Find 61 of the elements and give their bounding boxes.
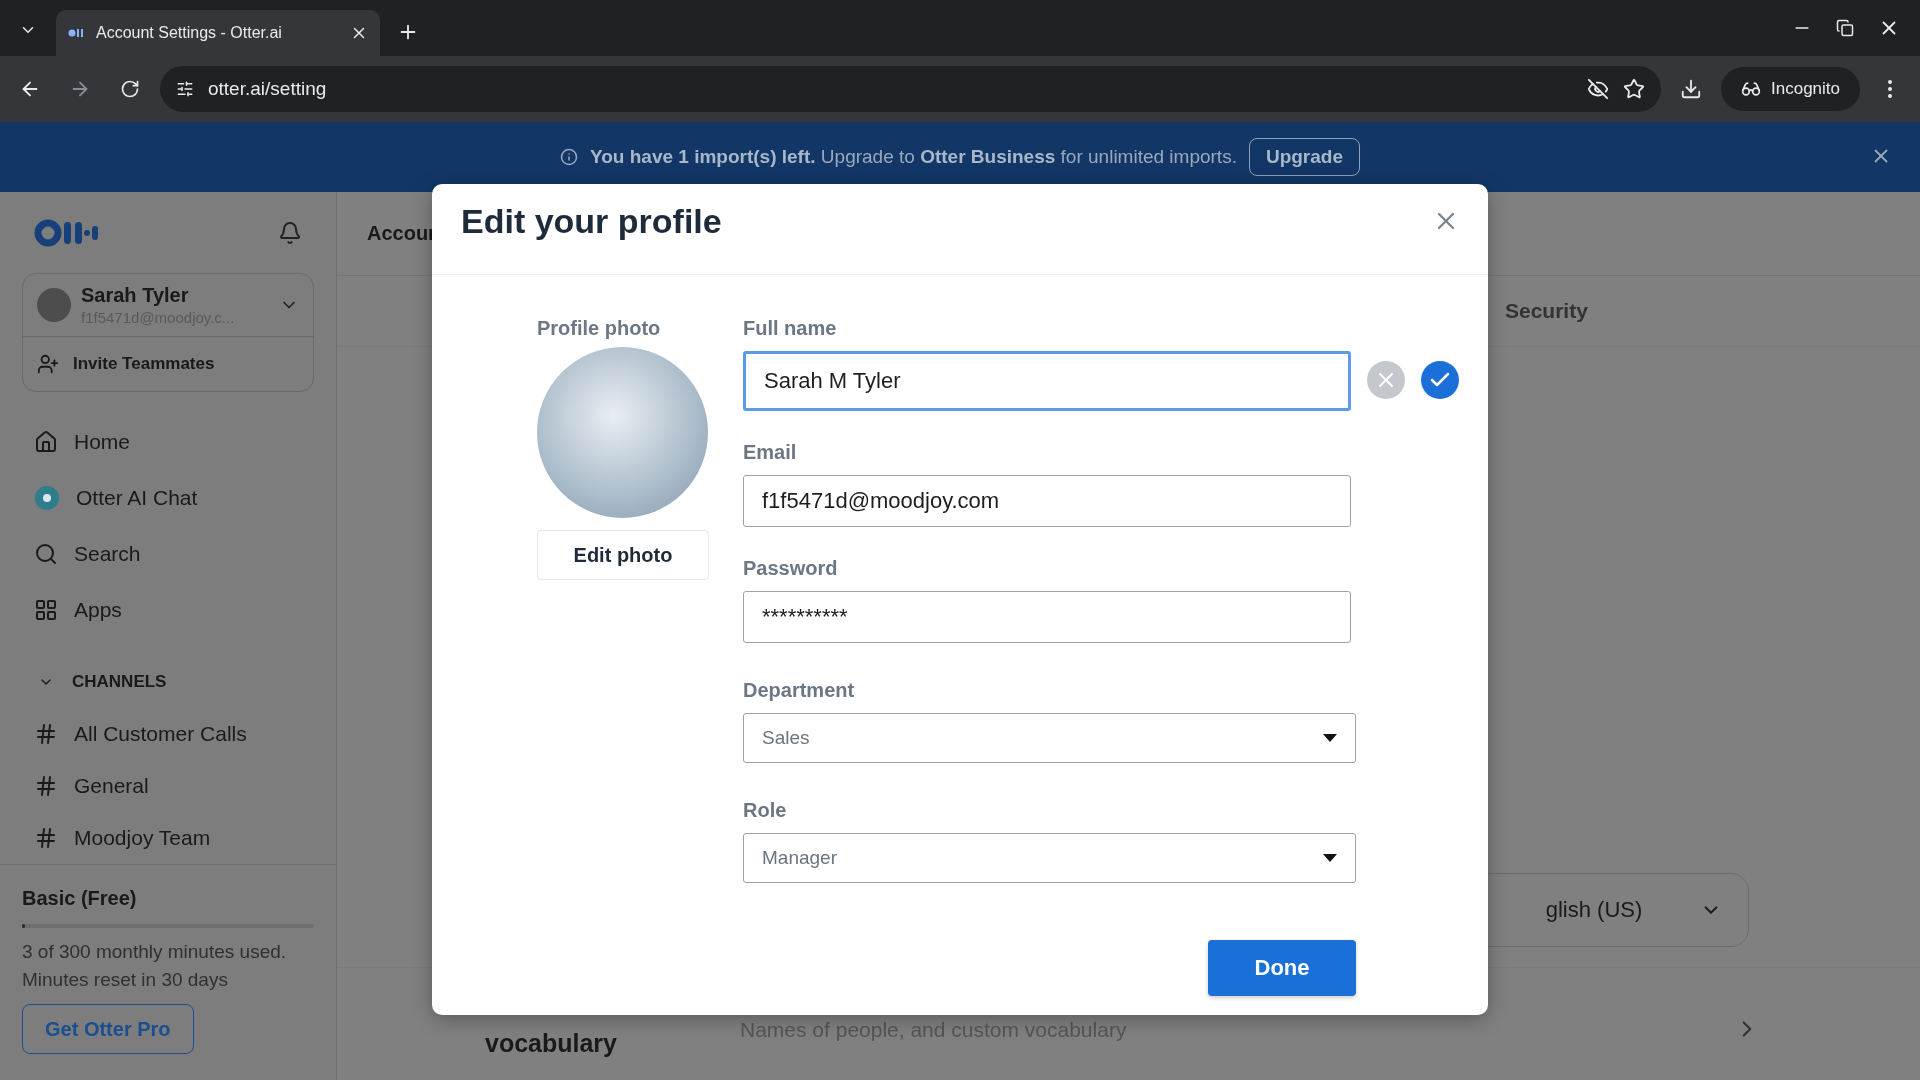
apps-icon — [34, 598, 58, 623]
vocabulary-label: vocabulary — [485, 1029, 618, 1058]
dropdown[interactable]: Sales — [743, 713, 1356, 763]
chat-bot-icon — [34, 485, 60, 512]
home-icon — [34, 430, 58, 455]
eye-off-icon[interactable] — [1587, 78, 1609, 100]
hash-icon — [34, 722, 58, 747]
bookmark-icon[interactable] — [1623, 78, 1645, 100]
input-field[interactable]: f1f5471d@moodjoy.com — [743, 475, 1351, 527]
nav-item[interactable]: Home — [22, 414, 314, 471]
edit-photo-button[interactable]: Edit photo — [537, 530, 709, 580]
search-icon — [34, 542, 58, 567]
field-label: Full name — [743, 317, 838, 341]
field-label: Email — [743, 441, 798, 465]
banner-message: You have 1 import(s) left. Upgrade to Otter Business for unlimited imports. — [590, 146, 1237, 168]
logo-icon — [34, 218, 100, 247]
address-bar[interactable]: otter.ai/setting — [160, 66, 1661, 112]
menu-icon — [1888, 80, 1892, 98]
add-user-icon — [37, 353, 59, 376]
usage-text: 3 of 300 monthly minutes used. — [22, 940, 288, 964]
info-icon — [560, 148, 578, 166]
dropdown[interactable]: Manager — [743, 833, 1356, 883]
nav-item[interactable]: Search — [22, 526, 314, 583]
notification-bell-icon[interactable] — [278, 220, 302, 245]
invite-teammates-button[interactable]: Invite Teammates — [23, 337, 313, 392]
photo-label: Profile photo — [537, 317, 662, 341]
user-name: Sarah Tyler — [81, 284, 190, 308]
done-button[interactable]: Done — [1208, 940, 1356, 996]
site-settings-icon[interactable] — [176, 80, 194, 98]
caret-icon — [1323, 854, 1337, 862]
restore-icon[interactable] — [1836, 19, 1854, 37]
download-icon — [1680, 78, 1702, 100]
nav-item[interactable]: Otter AI Chat — [22, 470, 314, 527]
plan-name: Basic (Free) — [22, 887, 138, 910]
page-heading: Accour — [367, 222, 436, 245]
field-label: Password — [743, 557, 839, 581]
channel-item[interactable]: Moodjoy Team — [22, 812, 314, 864]
channel-item[interactable]: All Customer Calls — [22, 708, 314, 761]
input-field[interactable]: Sarah M Tyler — [743, 351, 1351, 411]
reset-text: Minutes reset in 30 days — [22, 968, 229, 992]
field-label: Department — [743, 679, 856, 703]
dialog-title: Edit your profile — [461, 201, 722, 241]
hash-icon — [34, 826, 58, 850]
upgrade-button[interactable]: Upgrade — [1248, 138, 1360, 176]
reload-icon — [120, 79, 140, 99]
tab-title: Account Settings - Otter.ai — [96, 24, 283, 42]
incognito-button[interactable]: Incognito — [1721, 67, 1860, 111]
caret-icon — [1323, 734, 1337, 742]
avatar — [37, 288, 71, 323]
input-field[interactable]: ********** — [743, 591, 1351, 643]
site-favicon-icon — [68, 29, 86, 37]
nav-item[interactable]: Apps — [22, 582, 314, 639]
url-text: otter.ai/setting — [208, 78, 328, 100]
browser-tab[interactable]: Account Settings - Otter.ai — [56, 10, 380, 56]
hash-icon — [34, 774, 58, 799]
channel-item[interactable]: General — [22, 760, 314, 813]
channels-header[interactable]: CHANNELS — [22, 656, 314, 709]
settings-tab[interactable]: Security — [1505, 299, 1588, 323]
confirm-button[interactable] — [1421, 361, 1459, 399]
glasses-icon — [1741, 79, 1761, 99]
field-label: Role — [743, 799, 788, 823]
